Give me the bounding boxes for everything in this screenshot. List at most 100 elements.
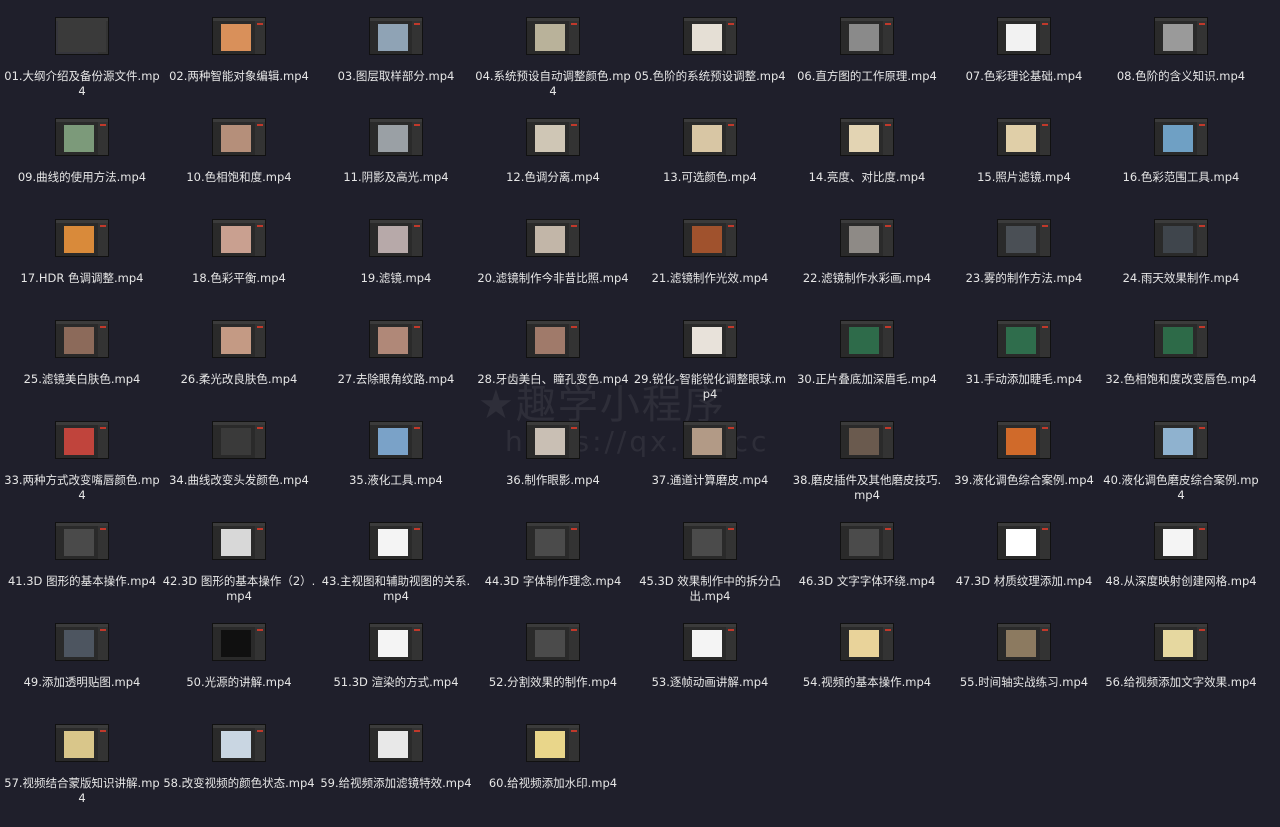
file-item[interactable]: 24.雨天效果制作.mp4 <box>1103 219 1259 315</box>
file-item[interactable]: 59.给视频添加滤镜特效.mp4 <box>318 724 474 820</box>
file-name-label: 03.图层取样部分.mp4 <box>337 69 455 83</box>
video-thumbnail <box>683 522 737 560</box>
file-name-label: 31.手动添加睫毛.mp4 <box>965 372 1083 386</box>
video-thumbnail <box>840 421 894 459</box>
video-thumbnail <box>1154 522 1208 560</box>
file-item[interactable]: 10.色相饱和度.mp4 <box>161 118 317 214</box>
file-item[interactable]: 52.分割效果的制作.mp4 <box>475 623 631 719</box>
video-thumbnail <box>526 623 580 661</box>
file-item[interactable]: 02.两种智能对象编辑.mp4 <box>161 17 317 113</box>
file-item[interactable]: 27.去除眼角纹路.mp4 <box>318 320 474 416</box>
file-item[interactable]: 53.逐帧动画讲解.mp4 <box>632 623 788 719</box>
video-thumbnail <box>212 623 266 661</box>
file-item[interactable]: 23.雾的制作方法.mp4 <box>946 219 1102 315</box>
file-item[interactable]: 22.滤镜制作水彩画.mp4 <box>789 219 945 315</box>
file-item[interactable]: 19.滤镜.mp4 <box>318 219 474 315</box>
file-item[interactable]: 11.阴影及高光.mp4 <box>318 118 474 214</box>
file-grid: ★趣学小程序 https://qx.cn.cc 01.大纲介绍及备份源文件.mp… <box>0 0 1280 827</box>
video-thumbnail <box>526 219 580 257</box>
file-item[interactable]: 34.曲线改变头发颜色.mp4 <box>161 421 317 517</box>
file-item[interactable]: 40.液化调色磨皮综合案例.mp4 <box>1103 421 1259 517</box>
file-item[interactable]: 54.视频的基本操作.mp4 <box>789 623 945 719</box>
file-item[interactable]: 39.液化调色综合案例.mp4 <box>946 421 1102 517</box>
file-item[interactable]: 36.制作眼影.mp4 <box>475 421 631 517</box>
file-item[interactable]: 33.两种方式改变嘴唇颜色.mp4 <box>4 421 160 517</box>
file-item[interactable]: 20.滤镜制作今非昔比照.mp4 <box>475 219 631 315</box>
file-item[interactable]: 45.3D 效果制作中的拆分凸出.mp4 <box>632 522 788 618</box>
file-item[interactable]: 49.添加透明贴图.mp4 <box>4 623 160 719</box>
file-name-label: 44.3D 字体制作理念.mp4 <box>484 574 622 588</box>
file-item[interactable]: 51.3D 渲染的方式.mp4 <box>318 623 474 719</box>
file-name-label: 09.曲线的使用方法.mp4 <box>17 170 147 184</box>
file-name-label: 33.两种方式改变嘴唇颜色.mp4 <box>4 473 160 502</box>
file-item[interactable]: 31.手动添加睫毛.mp4 <box>946 320 1102 416</box>
file-name-label: 52.分割效果的制作.mp4 <box>488 675 618 689</box>
file-item[interactable]: 21.滤镜制作光效.mp4 <box>632 219 788 315</box>
file-item[interactable]: 04.系统预设自动调整颜色.mp4 <box>475 17 631 113</box>
file-item[interactable]: 44.3D 字体制作理念.mp4 <box>475 522 631 618</box>
file-name-label: 50.光源的讲解.mp4 <box>186 675 292 689</box>
file-name-label: 14.亮度、对比度.mp4 <box>808 170 926 184</box>
video-thumbnail <box>997 17 1051 55</box>
video-thumbnail <box>369 118 423 156</box>
file-item[interactable]: 58.改变视频的颜色状态.mp4 <box>161 724 317 820</box>
file-item[interactable]: 30.正片叠底加深眉毛.mp4 <box>789 320 945 416</box>
video-thumbnail <box>212 724 266 762</box>
file-item[interactable]: 35.液化工具.mp4 <box>318 421 474 517</box>
video-thumbnail <box>369 320 423 358</box>
file-name-label: 48.从深度映射创建网格.mp4 <box>1105 574 1257 588</box>
video-thumbnail <box>683 118 737 156</box>
file-item[interactable]: 38.磨皮插件及其他磨皮技巧.mp4 <box>789 421 945 517</box>
video-thumbnail <box>840 219 894 257</box>
file-name-label: 26.柔光改良肤色.mp4 <box>180 372 298 386</box>
file-item[interactable]: 57.视频结合蒙版知识讲解.mp4 <box>4 724 160 820</box>
video-thumbnail <box>840 623 894 661</box>
file-item[interactable]: 03.图层取样部分.mp4 <box>318 17 474 113</box>
file-name-label: 22.滤镜制作水彩画.mp4 <box>802 271 932 285</box>
video-thumbnail <box>55 320 109 358</box>
video-thumbnail <box>526 320 580 358</box>
file-item[interactable]: 17.HDR 色调调整.mp4 <box>4 219 160 315</box>
file-item[interactable]: 41.3D 图形的基本操作.mp4 <box>4 522 160 618</box>
video-thumbnail <box>683 219 737 257</box>
file-name-label: 20.滤镜制作今非昔比照.mp4 <box>477 271 629 285</box>
file-name-label: 21.滤镜制作光效.mp4 <box>651 271 769 285</box>
file-item[interactable]: 06.直方图的工作原理.mp4 <box>789 17 945 113</box>
file-item[interactable]: 48.从深度映射创建网格.mp4 <box>1103 522 1259 618</box>
file-item[interactable]: 25.滤镜美白肤色.mp4 <box>4 320 160 416</box>
file-item[interactable]: 43.主视图和辅助视图的关系.mp4 <box>318 522 474 618</box>
file-item[interactable]: 50.光源的讲解.mp4 <box>161 623 317 719</box>
file-name-label: 36.制作眼影.mp4 <box>506 473 600 487</box>
file-item[interactable]: 55.时间轴实战练习.mp4 <box>946 623 1102 719</box>
file-item[interactable]: 15.照片滤镜.mp4 <box>946 118 1102 214</box>
video-thumbnail <box>526 522 580 560</box>
file-name-label: 04.系统预设自动调整颜色.mp4 <box>475 69 631 98</box>
video-thumbnail <box>683 320 737 358</box>
file-item[interactable]: 08.色阶的含义知识.mp4 <box>1103 17 1259 113</box>
file-item[interactable]: 09.曲线的使用方法.mp4 <box>4 118 160 214</box>
file-item[interactable]: 56.给视频添加文字效果.mp4 <box>1103 623 1259 719</box>
file-item[interactable]: 37.通道计算磨皮.mp4 <box>632 421 788 517</box>
file-name-label: 23.雾的制作方法.mp4 <box>965 271 1083 285</box>
file-name-label: 49.添加透明贴图.mp4 <box>23 675 141 689</box>
file-item[interactable]: 14.亮度、对比度.mp4 <box>789 118 945 214</box>
file-item[interactable]: 18.色彩平衡.mp4 <box>161 219 317 315</box>
file-item[interactable]: 32.色相饱和度改变唇色.mp4 <box>1103 320 1259 416</box>
file-item[interactable]: 16.色彩范围工具.mp4 <box>1103 118 1259 214</box>
file-item[interactable]: 60.给视频添加水印.mp4 <box>475 724 631 820</box>
file-item[interactable]: 13.可选颜色.mp4 <box>632 118 788 214</box>
file-item[interactable]: 12.色调分离.mp4 <box>475 118 631 214</box>
file-name-label: 41.3D 图形的基本操作.mp4 <box>7 574 157 588</box>
file-name-label: 16.色彩范围工具.mp4 <box>1122 170 1240 184</box>
file-item[interactable]: 01.大纲介绍及备份源文件.mp4 <box>4 17 160 113</box>
file-item[interactable]: 26.柔光改良肤色.mp4 <box>161 320 317 416</box>
file-name-label: 28.牙齿美白、瞳孔变色.mp4 <box>477 372 629 386</box>
file-item[interactable]: 29.锐化-智能锐化调整眼球.mp4 <box>632 320 788 416</box>
file-item[interactable]: 42.3D 图形的基本操作（2）.mp4 <box>161 522 317 618</box>
file-item[interactable]: 47.3D 材质纹理添加.mp4 <box>946 522 1102 618</box>
file-item[interactable]: 28.牙齿美白、瞳孔变色.mp4 <box>475 320 631 416</box>
file-name-label: 15.照片滤镜.mp4 <box>977 170 1071 184</box>
file-item[interactable]: 46.3D 文字字体环绕.mp4 <box>789 522 945 618</box>
file-item[interactable]: 05.色阶的系统预设调整.mp4 <box>632 17 788 113</box>
file-item[interactable]: 07.色彩理论基础.mp4 <box>946 17 1102 113</box>
